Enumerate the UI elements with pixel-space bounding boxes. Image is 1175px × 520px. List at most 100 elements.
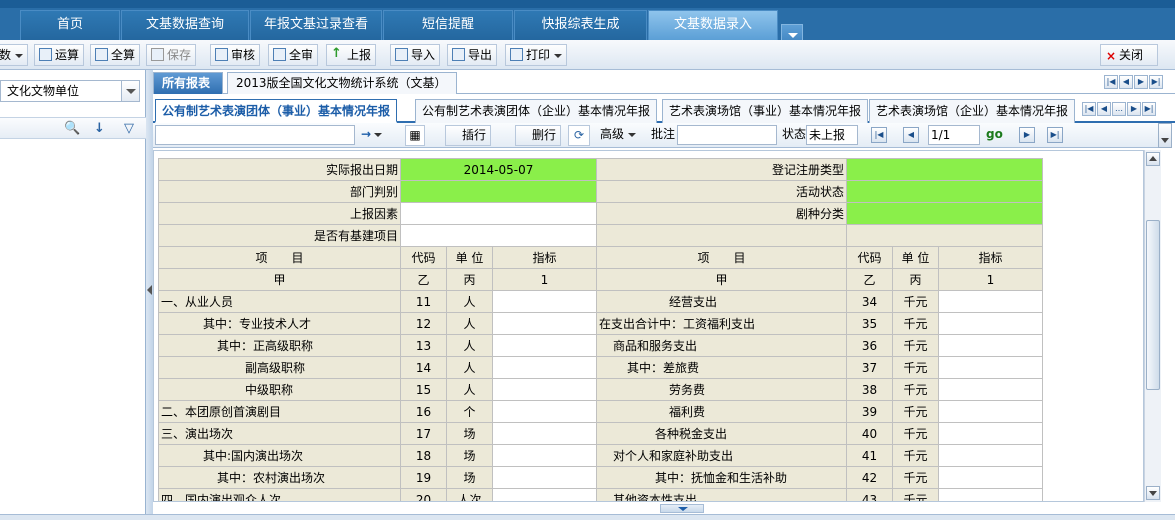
toolbar-scroll[interactable]: [1158, 123, 1172, 148]
indicator-input[interactable]: [492, 290, 597, 313]
next-icon[interactable]: ▶: [1127, 102, 1141, 116]
audit-button[interactable]: 审核: [210, 44, 261, 66]
arrow-right-icon[interactable]: →: [361, 125, 383, 146]
arrow-down-icon[interactable]: ↓: [94, 121, 105, 136]
tab-system[interactable]: 2013版全国文化文物统计系统（文基）: [227, 72, 457, 94]
save-button[interactable]: 保存: [146, 44, 197, 66]
prev-icon[interactable]: ◀: [1097, 102, 1111, 116]
prev-page-icon[interactable]: ◀: [903, 127, 919, 143]
subtab-venue-public[interactable]: 艺术表演场馆（事业）基本情况年报: [662, 99, 869, 123]
nav-tab-data-query[interactable]: 文基数据查询: [121, 10, 249, 40]
subtab-troupe-enterprise[interactable]: 公有制艺术表演团体（企业）基本情况年报: [415, 99, 658, 123]
indicator-input[interactable]: [938, 334, 1043, 357]
formula-input[interactable]: [155, 125, 355, 145]
row-item-label: 其中：正高级职称: [158, 334, 401, 357]
header-value-field[interactable]: [846, 180, 1043, 203]
page-input[interactable]: 1/1: [928, 125, 980, 145]
column-header: 指标: [938, 246, 1043, 269]
insert-row-button[interactable]: 插行: [445, 125, 492, 146]
row-item-label: 其中：专业技术人才: [158, 312, 401, 335]
indicator-input[interactable]: [938, 312, 1043, 335]
header-value-field[interactable]: [400, 180, 597, 203]
indicator-input[interactable]: [938, 444, 1043, 467]
indicator-input[interactable]: [938, 488, 1043, 501]
indicator-input[interactable]: [938, 422, 1043, 445]
subtab-troupe-public[interactable]: 公有制艺术表演团体（事业）基本情况年报: [155, 99, 398, 123]
indicator-input[interactable]: [492, 466, 597, 489]
annotation-label: 批注: [651, 127, 676, 141]
params-button[interactable]: 数: [0, 44, 29, 66]
indicator-input[interactable]: [492, 400, 597, 423]
indicator-input[interactable]: [492, 488, 597, 501]
column-header: 代码: [400, 246, 447, 269]
tab-all-reports[interactable]: 所有报表: [153, 72, 223, 94]
submit-button[interactable]: ↑ 上报: [326, 44, 377, 66]
row-item-label: 副高级职称: [158, 356, 401, 379]
print-button[interactable]: 打印: [505, 44, 568, 66]
bottom-collapse-handle[interactable]: [660, 504, 704, 513]
indicator-input[interactable]: [938, 290, 1043, 313]
indicator-input[interactable]: [492, 334, 597, 357]
indicator-input[interactable]: [492, 444, 597, 467]
row-code: 15: [400, 378, 447, 401]
panel-splitter[interactable]: [146, 70, 153, 516]
scroll-up-icon[interactable]: [1146, 152, 1160, 166]
row-unit: 人: [446, 356, 493, 379]
first-icon[interactable]: |◀: [1082, 102, 1096, 116]
export-button[interactable]: 导出: [447, 44, 498, 66]
calc-button[interactable]: 运算: [34, 44, 85, 66]
indicator-input[interactable]: [938, 466, 1043, 489]
next-page-icon[interactable]: ▶: [1019, 127, 1035, 143]
report-grid-area: 实际报出日期 2014-05-07 登记注册类型 部门判别 活动状态 上报因素 剧种分类 是否…: [153, 150, 1144, 502]
row-item-label: 二、本团原创首演剧目: [158, 400, 401, 423]
row-unit: 人: [446, 312, 493, 335]
header-label: 活动状态: [596, 180, 847, 203]
import-button[interactable]: 导入: [390, 44, 441, 66]
indicator-input[interactable]: [492, 312, 597, 335]
search-icon[interactable]: 🔍: [64, 121, 80, 136]
nav-tab-quick-report[interactable]: 快报综表生成: [514, 10, 647, 40]
indicator-input[interactable]: [938, 400, 1043, 423]
subtab-venue-enterprise[interactable]: 艺术表演场馆（企业）基本情况年报: [869, 99, 1076, 123]
next-icon[interactable]: ▶: [1134, 75, 1148, 89]
nav-tab-home[interactable]: 首页: [20, 10, 120, 40]
filter-icon[interactable]: ▽: [124, 121, 134, 136]
close-button[interactable]: × 关闭: [1100, 44, 1158, 66]
header-value-field[interactable]: [846, 158, 1043, 181]
header-value-field[interactable]: [400, 202, 597, 225]
advanced-button[interactable]: 高级: [600, 125, 637, 146]
column-header: 丙: [446, 268, 493, 291]
go-button[interactable]: go: [986, 125, 1003, 145]
more-icon[interactable]: …: [1112, 102, 1126, 116]
indicator-input[interactable]: [492, 356, 597, 379]
status-field: 未上报: [806, 125, 858, 145]
header-value-field[interactable]: 2014-05-07: [400, 158, 597, 181]
refresh-icon[interactable]: ⟳: [568, 125, 590, 146]
first-icon[interactable]: |◀: [1104, 75, 1118, 89]
calendar-icon[interactable]: ▦: [405, 125, 425, 146]
nav-tab-annual-view[interactable]: 年报文基过录查看: [250, 10, 382, 40]
indicator-input[interactable]: [492, 422, 597, 445]
header-value-field[interactable]: [400, 224, 597, 247]
prev-icon[interactable]: ◀: [1119, 75, 1133, 89]
indicator-input[interactable]: [492, 378, 597, 401]
header-label: 上报因素: [158, 202, 401, 225]
indicator-input[interactable]: [938, 356, 1043, 379]
delete-row-button[interactable]: 删行: [515, 125, 562, 146]
first-page-icon[interactable]: |◀: [871, 127, 887, 143]
header-value-field[interactable]: [846, 202, 1043, 225]
audit-all-button[interactable]: 全审: [268, 44, 319, 66]
calc-all-button[interactable]: 全算: [90, 44, 141, 66]
org-type-select[interactable]: 文化文物单位: [0, 80, 140, 102]
vertical-scrollbar[interactable]: [1144, 150, 1161, 502]
row-item-label: 劳务费: [596, 378, 847, 401]
indicator-input[interactable]: [938, 378, 1043, 401]
last-icon[interactable]: ▶|: [1142, 102, 1156, 116]
last-icon[interactable]: ▶|: [1149, 75, 1163, 89]
scroll-down-icon[interactable]: [1146, 486, 1160, 500]
nav-tab-sms[interactable]: 短信提醒: [383, 10, 513, 40]
last-page-icon[interactable]: ▶|: [1047, 127, 1063, 143]
annotation-input[interactable]: [677, 125, 777, 145]
nav-tab-data-entry[interactable]: 文基数据录入: [648, 10, 778, 40]
scroll-thumb[interactable]: [1146, 220, 1160, 390]
